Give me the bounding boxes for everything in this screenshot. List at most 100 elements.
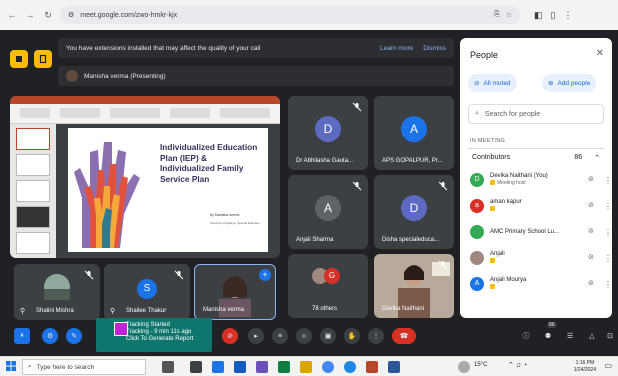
task-view-icon[interactable] (162, 361, 174, 373)
install-icon[interactable]: ⎘ (494, 11, 500, 19)
participant-tile[interactable]: D Disha specialeduca... (374, 175, 454, 249)
contributors-label: Contributors (472, 154, 511, 161)
powerpoint-icon[interactable] (366, 361, 378, 373)
mic-off-icon[interactable]: ⊘ (588, 227, 598, 237)
contributors-section[interactable]: Contributors 86 ⌃ (468, 148, 604, 166)
tracking-popup[interactable]: Tracking Started Tracking - 9 min 11s ag… (96, 318, 212, 352)
weather-icon[interactable] (458, 361, 470, 373)
add-icon[interactable]: + (259, 269, 271, 281)
chevron-up-icon[interactable]: ⌃ (594, 154, 600, 162)
pin-icon[interactable]: ⚲ (20, 307, 25, 315)
participant-tile[interactable]: A APS GOPALPUR, Pr... (374, 96, 454, 170)
participant-tile-active[interactable]: + Manisha verma (194, 264, 276, 320)
forward-icon[interactable]: → (24, 9, 36, 21)
site-info-icon[interactable]: ⚙ (68, 11, 74, 19)
participant-tile[interactable]: ⚲ Shalini Mishra (14, 264, 100, 320)
raise-hand-icon[interactable]: ✋ (344, 328, 360, 344)
clock[interactable]: 1:16 PM 1/24/2024 (574, 360, 596, 373)
pin-icon[interactable]: ⚲ (110, 307, 115, 315)
widgets-icon[interactable] (190, 361, 202, 373)
participant-tile[interactable]: S ⚲ Shailee Thakur (104, 264, 190, 320)
people-search-field[interactable]: ⌕ Search for people (468, 104, 604, 124)
person-role: Meeting host (497, 180, 526, 186)
more-options-icon[interactable]: ⋮ (604, 176, 612, 185)
all-muted-button[interactable]: ⊘ All muted (468, 74, 517, 92)
windows-start-icon[interactable] (6, 361, 16, 371)
clock-date: 1/24/2024 (573, 366, 596, 373)
dismiss-button[interactable]: Dismiss (423, 45, 446, 52)
list-item[interactable]: D Devika Naithani (You) Meeting host ⊘ ⋮ (470, 170, 612, 190)
reload-icon[interactable]: ↻ (42, 9, 54, 21)
system-tray-icons[interactable]: ⌃ ♫ ◔ (508, 361, 527, 369)
clock-time: 1:16 PM (575, 360, 595, 366)
mic-off-icon[interactable]: ⊘ (588, 201, 598, 211)
participant-avatar: D (315, 116, 341, 143)
chat-icon[interactable]: ☰ (562, 328, 578, 344)
file-explorer-icon[interactable] (212, 361, 224, 373)
taskbar: ⌕ Type here to search 15°C ⌃ ♫ ◔ 1:16 PM… (0, 356, 618, 376)
camera-icon[interactable]: ▸ (248, 328, 264, 344)
presenter-label: Manisha verma (Presenting) (84, 72, 166, 80)
weather-temp: 15°C (474, 362, 488, 368)
captions-icon[interactable]: ≡ (272, 328, 288, 344)
taskbar-search[interactable]: ⌕ Type here to search (22, 359, 146, 375)
shared-screen[interactable]: Individualized Education Plan (IEP) & In… (10, 96, 280, 258)
people-icon[interactable]: 86 ⚉ (540, 322, 557, 344)
star-icon[interactable]: ☆ (506, 11, 512, 19)
profile-icon[interactable]: ⋮ (563, 10, 572, 21)
self-tile[interactable]: Devika Naithani (374, 254, 454, 318)
address-bar[interactable]: ⚙ meet.google.com/zwo-hmkr-kjx ⎘ ☆ (60, 6, 520, 24)
person-avatar (470, 225, 484, 239)
participant-tile[interactable]: D Dr Abhilasha Gauta... (288, 96, 368, 170)
more-options-icon[interactable]: ⋮ (604, 202, 612, 211)
close-icon[interactable]: ✕ (596, 48, 604, 59)
slide-subtitle: Kendriya Vidyalaya, Special Educator (210, 221, 260, 225)
search-icon: ⌕ (475, 110, 479, 117)
activities-icon[interactable]: △ (584, 328, 600, 344)
sidebar-icon[interactable]: ▯ (551, 10, 556, 21)
participant-avatar: D (401, 195, 427, 222)
folder-icon[interactable] (300, 361, 312, 373)
excel-icon[interactable] (278, 361, 290, 373)
present-icon[interactable]: ▣ (320, 328, 336, 344)
store-icon[interactable] (234, 361, 246, 373)
emoji-icon[interactable]: ☺ (296, 328, 312, 344)
mic-off-icon[interactable]: ⊘ (588, 253, 598, 263)
list-item[interactable]: AMC Primary School Lu... ⊘ ⋮ (470, 222, 612, 242)
back-icon[interactable]: ← (6, 9, 18, 21)
others-tile[interactable]: G 78 others (288, 254, 368, 318)
ext-edit-icon[interactable]: ✎ (66, 328, 82, 344)
more-options-icon[interactable]: ⋮ (604, 228, 612, 237)
mic-off-icon[interactable]: ⊘ (588, 279, 598, 289)
more-options-icon[interactable]: ⋮ (604, 280, 612, 289)
participant-tile[interactable]: A Anjali Sharma (288, 175, 368, 249)
meeting-info-icon[interactable]: ⓘ (518, 328, 534, 344)
lock-icon[interactable]: ⊡ (602, 328, 618, 344)
hand-raise-icon[interactable] (10, 50, 28, 68)
teams-icon[interactable] (256, 361, 268, 373)
notification-icon[interactable]: ▭ (604, 361, 612, 370)
edge-icon[interactable] (344, 361, 356, 373)
participant-name: Dr Abhilasha Gauta... (296, 158, 354, 164)
more-options-icon[interactable]: ⋮ (368, 328, 384, 344)
notes-icon[interactable] (34, 50, 52, 68)
more-options-icon[interactable]: ⋮ (604, 254, 612, 263)
word-icon[interactable] (388, 361, 400, 373)
ext-toolbar-icon[interactable]: ⏸ (14, 328, 30, 344)
list-item[interactable]: A Anjali Mourya ⊘ ⋮ (470, 274, 612, 294)
extensions-icon[interactable]: ◧ (534, 10, 543, 21)
participant-photo (44, 274, 70, 300)
slide-thumbnails (10, 124, 56, 258)
mic-off-icon[interactable]: ⊘ (588, 175, 598, 185)
add-people-button[interactable]: ⊕ Add people (542, 74, 597, 92)
list-item[interactable]: a aman kapur ⊘ ⋮ (470, 196, 612, 216)
leave-call-button[interactable]: ☎ (392, 328, 416, 344)
learn-more-link[interactable]: Learn more (380, 45, 413, 52)
chrome-icon[interactable] (322, 361, 334, 373)
ext-settings-icon[interactable]: ⚙ (42, 328, 58, 344)
tracking-line-1: Tracking Started (126, 322, 170, 328)
person-avatar: D (470, 173, 484, 187)
people-panel: People ✕ ⊘ All muted ⊕ Add people ⌕ Sear… (460, 38, 612, 318)
list-item[interactable]: Anjali ⊘ ⋮ (470, 248, 612, 268)
mic-off-icon[interactable]: ⊘ (222, 328, 238, 344)
